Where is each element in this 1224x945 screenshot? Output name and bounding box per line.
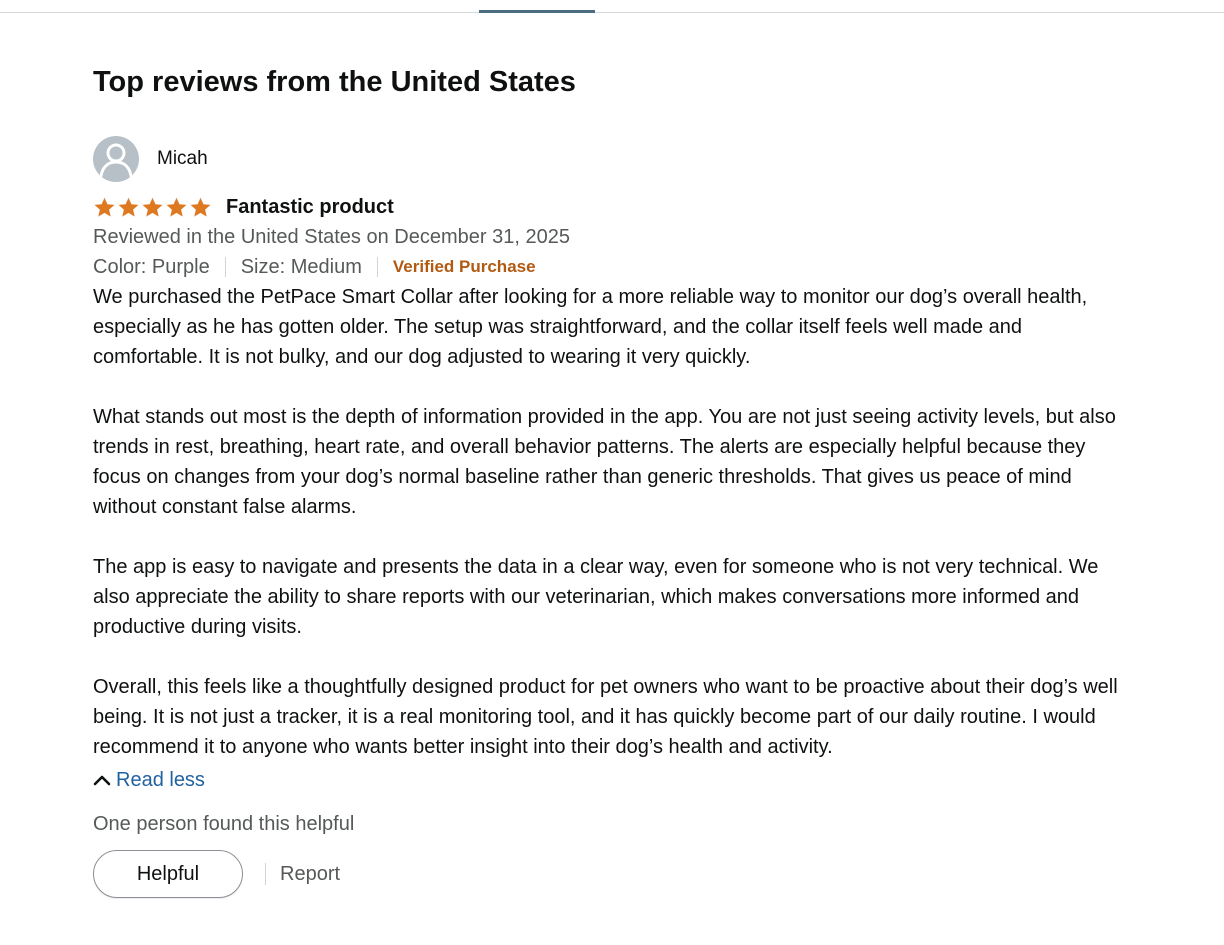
report-link[interactable]: Report xyxy=(280,863,340,886)
star-rating[interactable] xyxy=(93,196,212,219)
review-actions: Helpful Report xyxy=(93,850,1133,898)
helpful-button[interactable]: Helpful xyxy=(93,850,243,898)
rating-row: Fantastic product xyxy=(93,192,1133,222)
color-variant[interactable]: Color: Purple xyxy=(93,252,210,282)
review-paragraph: We purchased the PetPace Smart Collar af… xyxy=(93,286,1088,368)
review-body: We purchased the PetPace Smart Collar af… xyxy=(93,282,1133,762)
review-date: Reviewed in the United States on Decembe… xyxy=(93,226,570,248)
star-icon xyxy=(142,197,163,217)
read-less-link[interactable]: Read less xyxy=(93,765,1133,795)
action-separator xyxy=(265,863,266,885)
product-variant-row: Color: Purple Size: Medium Verified Purc… xyxy=(93,252,1133,282)
avatar xyxy=(93,136,139,182)
star-icon xyxy=(118,197,139,217)
reviewer-name[interactable]: Micah xyxy=(157,147,208,171)
review-card: Micah Fantastic product Reviewed in the … xyxy=(93,135,1133,898)
person-silhouette-icon xyxy=(99,143,133,178)
review-paragraph: What stands out most is the depth of inf… xyxy=(93,406,1116,518)
star-icon xyxy=(190,197,211,217)
reviewer-profile[interactable]: Micah xyxy=(93,135,1133,183)
review-paragraph: The app is easy to navigate and presents… xyxy=(93,556,1099,638)
helpful-count: One person found this helpful xyxy=(93,813,355,835)
variant-separator xyxy=(224,257,226,277)
star-icon xyxy=(166,197,187,217)
star-icon xyxy=(94,197,115,217)
read-less-label[interactable]: Read less xyxy=(116,765,205,795)
section-title: Top reviews from the United States xyxy=(93,66,576,98)
review-paragraph: Overall, this feels like a thoughtfully … xyxy=(93,676,1118,758)
verified-separator xyxy=(376,257,378,277)
review-title[interactable]: Fantastic product xyxy=(226,194,394,220)
top-divider xyxy=(0,12,1224,13)
size-variant[interactable]: Size: Medium xyxy=(241,252,362,282)
chevron-up-icon xyxy=(93,775,111,786)
verified-purchase-badge: Verified Purchase xyxy=(392,257,536,276)
active-tab-indicator xyxy=(479,10,595,13)
